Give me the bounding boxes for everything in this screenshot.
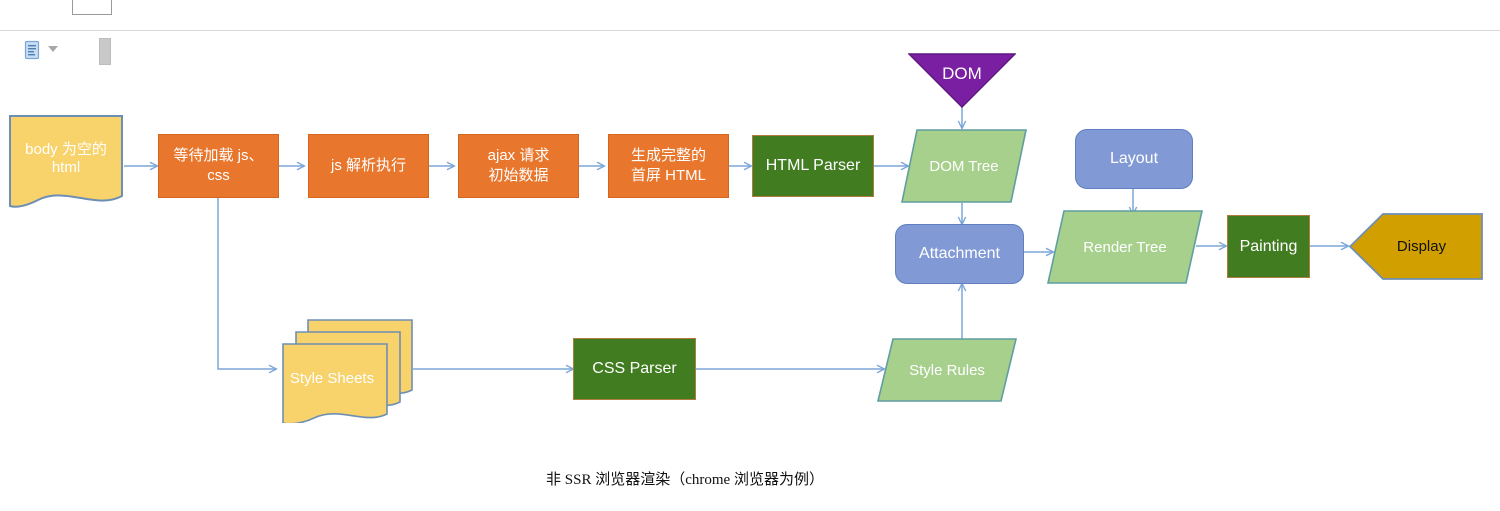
node-css-parser[interactable]: CSS Parser <box>573 338 696 400</box>
node-wait-js-css-label: 等待加载 js、 css <box>173 146 264 184</box>
node-ajax-request[interactable]: ajax 请求 初始数据 <box>458 134 579 198</box>
node-painting[interactable]: Painting <box>1227 215 1310 278</box>
node-dom[interactable] <box>908 53 1016 108</box>
scrollbar-thumb[interactable] <box>99 38 111 65</box>
node-layout-label: Layout <box>1109 150 1159 168</box>
node-painting-label: Painting <box>1239 237 1298 255</box>
node-style-sheets[interactable] <box>277 318 414 423</box>
node-js-parse-label: js 解析执行 <box>330 156 406 174</box>
node-style-rules[interactable] <box>876 337 1018 403</box>
node-gen-html-label: 生成完整的 首屏 HTML <box>630 146 706 184</box>
ruler-divider <box>0 30 1500 31</box>
node-html-parser-label: HTML Parser <box>765 157 861 175</box>
chevron-down-icon[interactable] <box>48 46 58 52</box>
node-html-parser[interactable]: HTML Parser <box>752 135 874 197</box>
node-gen-html[interactable]: 生成完整的 首屏 HTML <box>608 134 729 198</box>
node-layout[interactable]: Layout <box>1075 129 1193 189</box>
selection-corner-marker <box>72 0 112 15</box>
paste-document-icon[interactable] <box>24 40 43 61</box>
node-render-tree[interactable] <box>1046 209 1204 285</box>
diagram-canvas: body 为空的 html 等待加载 js、 css js 解析执行 ajax … <box>0 0 1500 511</box>
node-dom-tree[interactable] <box>900 128 1028 204</box>
node-attachment[interactable]: Attachment <box>895 224 1024 284</box>
node-ajax-request-label: ajax 请求 初始数据 <box>487 146 550 184</box>
diagram-caption: 非 SSR 浏览器渲染（chrome 浏览器为例） <box>546 472 824 488</box>
node-body-html[interactable] <box>8 114 124 214</box>
node-js-parse[interactable]: js 解析执行 <box>308 134 429 198</box>
node-wait-js-css[interactable]: 等待加载 js、 css <box>158 134 279 198</box>
node-attachment-label: Attachment <box>919 245 1000 263</box>
node-display[interactable] <box>1349 213 1483 280</box>
node-css-parser-label: CSS Parser <box>592 360 677 378</box>
